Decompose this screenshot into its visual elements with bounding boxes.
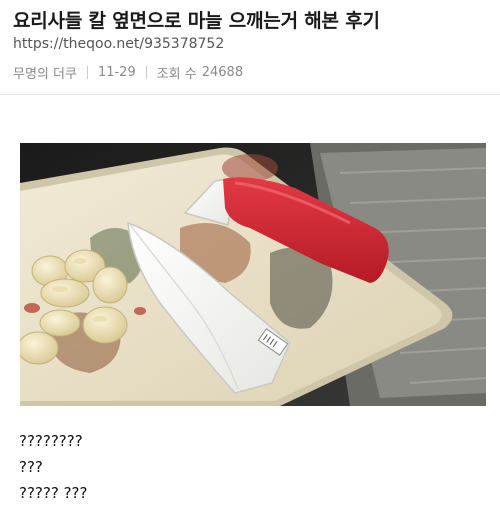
views-count: 24688: [201, 65, 244, 80]
body-line: ???: [19, 458, 43, 476]
author-name[interactable]: 무명의 더쿠: [13, 63, 77, 82]
post-date: 11-29: [97, 65, 136, 80]
post-body: ???????? ??? ????? ???: [19, 428, 87, 506]
post-title: 요리사들 칼 옆면으로 마늘 으깨는거 해본 후기: [13, 10, 380, 32]
kitchen-photo-icon: [20, 143, 486, 406]
views-label: 조회 수: [156, 67, 197, 82]
body-line: ????? ???: [19, 484, 88, 502]
post-header: 요리사들 칼 옆면으로 마늘 으깨는거 해본 후기 https://theqoo…: [0, 0, 500, 95]
post-meta: 무명의 더쿠 11-29 조회 수 24688: [13, 63, 243, 82]
meta-divider: [145, 66, 147, 79]
post-url-link[interactable]: https://theqoo.net/935378752: [13, 36, 224, 52]
meta-divider: [86, 66, 88, 79]
post-photo: [20, 143, 486, 406]
body-line: ????????: [19, 432, 83, 450]
